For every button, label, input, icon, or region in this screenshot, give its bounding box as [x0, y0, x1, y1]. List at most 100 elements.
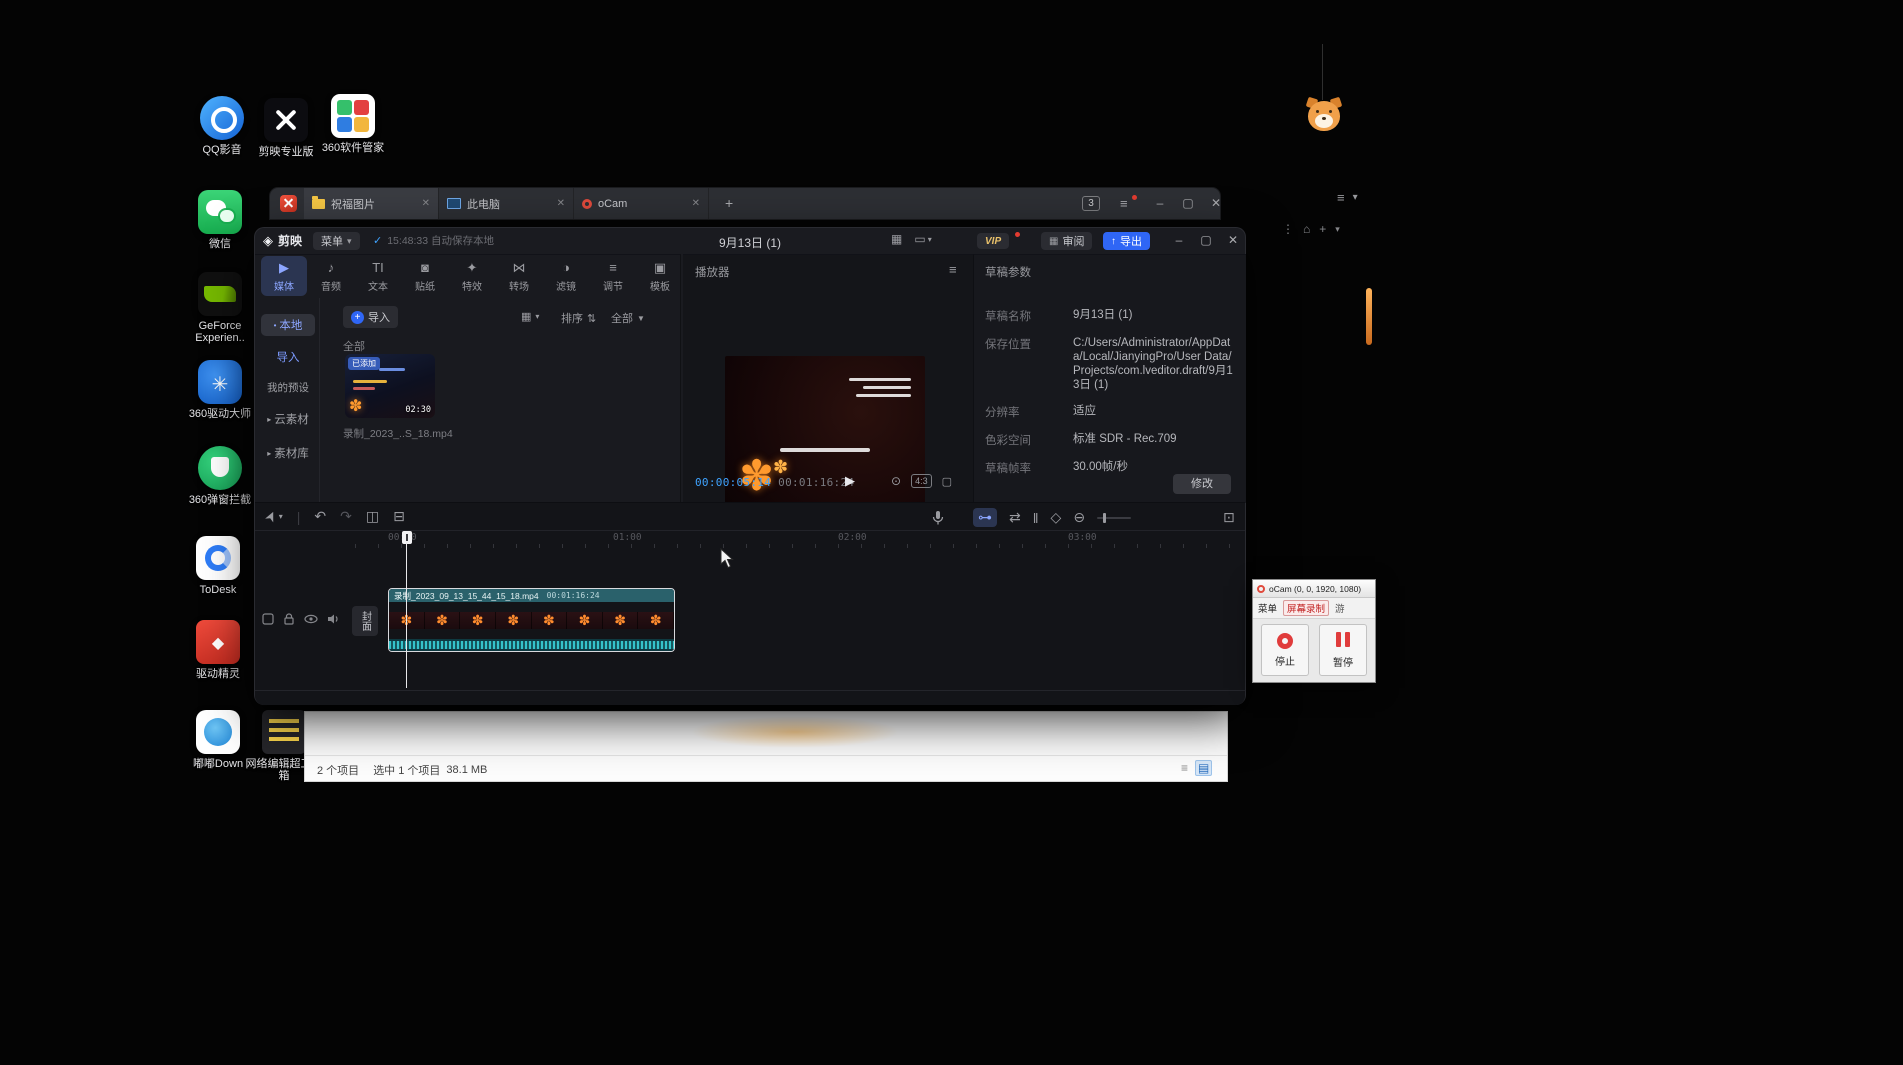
split-button[interactable]: ◫	[366, 508, 379, 525]
review-button[interactable]: ▦ 审阅	[1041, 232, 1092, 250]
stop-label: 停止	[1275, 653, 1295, 668]
jy-maximize-button[interactable]: ▢	[1194, 233, 1218, 247]
new-tab-button[interactable]: +	[725, 195, 733, 211]
media-tab-effects[interactable]: ✦特效	[449, 256, 495, 296]
thumbnail-view-icon[interactable]: ▤	[1195, 760, 1212, 776]
vip-label: VIP	[985, 236, 1001, 247]
media-tab-filters[interactable]: ◑滤镜	[543, 256, 589, 296]
media-tab-transitions[interactable]: ⋈转场	[496, 256, 542, 296]
display-icon[interactable]: ▭	[914, 232, 925, 246]
play-button[interactable]: ▶	[845, 473, 855, 489]
ocam-game-record-tab[interactable]: 游	[1335, 601, 1345, 615]
view-mode-button[interactable]: ▦▾	[521, 310, 539, 323]
window-minimize-button[interactable]: –	[1148, 196, 1172, 210]
sidebar-item-cloud[interactable]: ▸ 云素材	[261, 408, 315, 430]
desktop-icon-todesk[interactable]: ToDesk	[176, 536, 260, 596]
preview-axis-toggle[interactable]: ‖	[1033, 510, 1039, 526]
file-manager-tab-bar: 祝福图片 ✕ 此电脑 ✕ oCam ✕ + 3 ≡ – ▢ ✕	[270, 188, 1220, 219]
jy-close-button[interactable]: ✕	[1221, 233, 1245, 247]
tab-close-icon[interactable]: ✕	[692, 198, 700, 209]
window-maximize-button[interactable]: ▢	[1176, 196, 1200, 210]
timeline-bottom-divider	[255, 690, 1245, 691]
aspect-ratio-button[interactable]: 4:3	[911, 474, 932, 488]
shiba-pet-widget[interactable]	[1306, 98, 1342, 134]
ocam-title-icon	[1257, 585, 1265, 593]
modify-button[interactable]: 修改	[1173, 474, 1231, 494]
preview-quality-icon[interactable]: ⊙	[891, 474, 901, 488]
sidebar-item-presets[interactable]: 我的预设	[261, 376, 315, 398]
tab-blessing-images[interactable]: 祝福图片 ✕	[304, 188, 439, 219]
fullscreen-icon[interactable]: ▢	[942, 475, 952, 488]
desktop-icon-360-manager[interactable]: 360软件管家	[311, 94, 395, 154]
desktop-icon-driver-genius[interactable]: ◆ 驱动精灵	[176, 620, 260, 680]
filter-button[interactable]: 全部▼	[611, 310, 645, 326]
redo-button[interactable]: ↷	[340, 508, 352, 525]
sidebar-item-import[interactable]: 导入	[261, 346, 315, 368]
vip-badge[interactable]: VIP	[977, 233, 1009, 249]
draft-params-title: 草稿参数	[985, 264, 1031, 280]
draft-title: 9月13日 (1)	[255, 234, 1245, 251]
timeline-ruler[interactable]	[355, 532, 1235, 548]
chevron-down-icon[interactable]: ▾	[1335, 224, 1340, 235]
media-tab-sticker[interactable]: ◙贴纸	[402, 256, 448, 296]
download-count-badge[interactable]: 3	[1082, 196, 1100, 211]
desktop-icon-wechat[interactable]: 微信	[178, 190, 262, 250]
tab-ocam[interactable]: oCam ✕	[574, 188, 709, 219]
media-tab-text[interactable]: TI文本	[355, 256, 401, 296]
player-menu-icon[interactable]: ≡	[949, 262, 957, 277]
sort-button[interactable]: 排序⇅	[561, 310, 596, 326]
chevron-down-icon[interactable]: ▾	[1353, 192, 1358, 203]
zoom-out-button[interactable]: ⊖	[1073, 509, 1085, 526]
window-close-button[interactable]: ✕	[1204, 196, 1228, 210]
desktop-icon-label: 360弹窗拦截	[178, 494, 262, 506]
library-item-filename: 录制_2023_..S_18.mp4	[343, 426, 453, 441]
sidebar-item-local[interactable]: • 本地	[261, 314, 315, 336]
statusbar-divider	[305, 755, 1227, 756]
tab-this-pc[interactable]: 此电脑 ✕	[439, 188, 574, 219]
record-voiceover-button[interactable]	[931, 510, 945, 531]
tab-close-icon[interactable]: ✕	[557, 198, 565, 209]
library-video-item[interactable]: ✽ 已添加 02:30	[345, 354, 435, 418]
select-tool-button[interactable]: ➤ ▾	[265, 508, 283, 525]
cover-button[interactable]: 封面	[352, 606, 378, 636]
jy-minimize-button[interactable]: –	[1167, 233, 1191, 247]
ocam-stop-button[interactable]: 停止	[1261, 624, 1309, 676]
timeline-fit-button[interactable]: ⊡	[1223, 509, 1235, 526]
add-icon[interactable]: +	[1319, 222, 1326, 236]
ocam-window: oCam (0, 0, 1920, 1080) 菜单 屏幕录制 游 停止 暂停	[1253, 580, 1375, 682]
ocam-menu-item[interactable]: 菜单	[1258, 601, 1277, 615]
timeline-clip[interactable]: 录制_2023_09_13_15_44_15_18.mp4 00:01:16:2…	[388, 588, 675, 652]
computer-icon	[447, 198, 461, 209]
auto-snap-toggle[interactable]: ⊶	[973, 508, 997, 527]
layout-grid-icon[interactable]: ▦	[891, 232, 902, 246]
media-tab-media[interactable]: ▶媒体	[261, 256, 307, 296]
media-tab-templates[interactable]: ▣模板	[637, 256, 683, 296]
dots-icon[interactable]: ⋮	[1282, 222, 1294, 236]
sidebar-item-library[interactable]: ▸ 素材库	[261, 442, 315, 464]
linkage-toggle[interactable]: ⇄	[1009, 509, 1021, 526]
driver-genius-icon: ◆	[196, 620, 240, 664]
playhead-handle[interactable]	[402, 531, 412, 544]
delete-button[interactable]: ⊟	[393, 508, 405, 525]
timeline-zoom-slider[interactable]	[1097, 517, 1131, 519]
desktop-icon-360-popup-blocker[interactable]: 360弹窗拦截	[178, 446, 262, 506]
browser-menu-icon[interactable]: ≡	[1120, 196, 1128, 211]
desktop-icon-geforce[interactable]: GeForce Experien..	[178, 272, 262, 344]
import-button[interactable]: + 导入	[343, 306, 398, 328]
media-tab-adjust[interactable]: ≡调节	[590, 256, 636, 296]
media-tab-audio[interactable]: ♪音频	[308, 256, 354, 296]
timecode-toggle[interactable]: ◇	[1051, 509, 1062, 526]
background-window-controls: ≡ ▾	[1337, 190, 1358, 205]
export-button[interactable]: ↑ 导出	[1103, 232, 1150, 250]
desktop-icon-360-driver[interactable]: ✳ 360驱动大师	[178, 360, 262, 420]
desktop-icon-label: 微信	[178, 238, 262, 250]
tab-close-icon[interactable]: ✕	[422, 198, 430, 209]
menu-icon[interactable]: ≡	[1337, 190, 1345, 205]
home-icon[interactable]: ⌂	[1303, 222, 1310, 236]
undo-button[interactable]: ↶	[314, 508, 326, 525]
ocam-screen-record-tab[interactable]: 屏幕录制	[1283, 600, 1329, 616]
ocam-pause-button[interactable]: 暂停	[1319, 624, 1367, 676]
list-view-icon[interactable]: ≡	[1181, 761, 1188, 775]
playhead-line	[406, 542, 407, 688]
sidebar-label: 本地	[279, 317, 302, 333]
